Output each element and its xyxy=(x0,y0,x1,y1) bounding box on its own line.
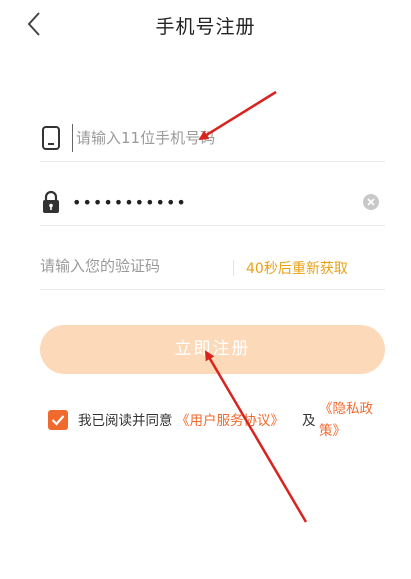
phone-field xyxy=(40,118,385,162)
nav-bar: 手机号注册 xyxy=(0,0,411,48)
resend-code-button[interactable]: 40秒后重新获取 xyxy=(246,258,348,278)
agreement-row: 我已阅读并同意 《用户服务协议》 及 《隐私政 策》 xyxy=(48,398,398,448)
clear-icon xyxy=(367,198,375,206)
verification-code-field: 40秒后重新获取 xyxy=(40,246,385,290)
service-agreement-link[interactable]: 《用户服务协议》 xyxy=(176,410,284,432)
lock-icon xyxy=(43,190,59,213)
agreement-checkbox[interactable] xyxy=(48,410,68,430)
privacy-policy-link[interactable]: 《隐私政 xyxy=(319,398,373,420)
agreement-prefix: 我已阅读并同意 xyxy=(78,413,173,429)
clear-password-button[interactable] xyxy=(363,194,379,210)
password-field xyxy=(40,182,385,226)
privacy-policy-link-continued[interactable]: 策》 xyxy=(319,420,346,442)
page-title: 手机号注册 xyxy=(155,16,256,38)
agreement-conjunction: 及 xyxy=(302,413,316,429)
phone-input[interactable] xyxy=(72,124,372,152)
checkmark-icon xyxy=(51,415,65,426)
divider xyxy=(233,260,234,276)
verification-code-input[interactable] xyxy=(40,252,220,280)
password-input[interactable] xyxy=(72,188,352,216)
phone-icon xyxy=(42,126,60,150)
register-button[interactable]: 立即注册 xyxy=(40,325,385,374)
